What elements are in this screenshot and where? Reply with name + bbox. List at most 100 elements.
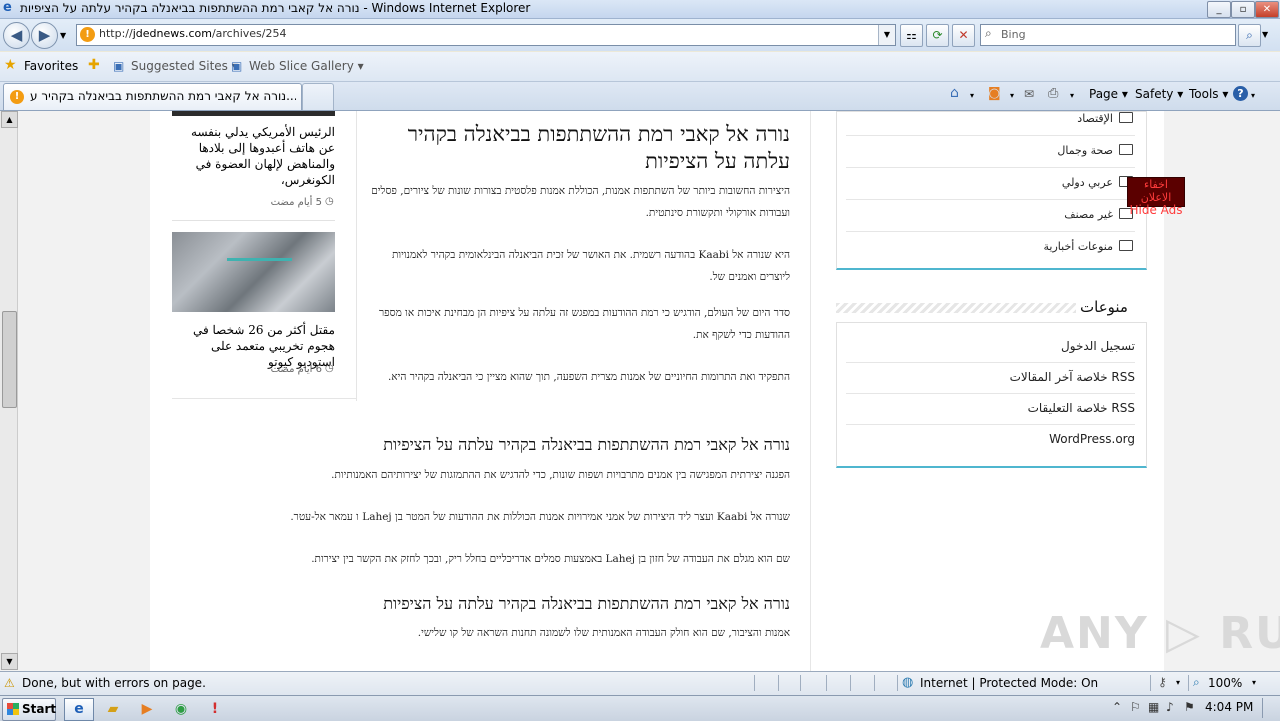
zoom-level[interactable]: 100% [1208,676,1242,690]
start-button[interactable]: Start [2,698,56,721]
address-dropdown-icon[interactable]: ▼ [878,25,895,45]
suggested-sites-link[interactable]: Suggested Sites ▾ [131,59,238,73]
feeds-dropdown-icon[interactable]: ▾ [1010,91,1014,100]
divider [826,675,827,691]
divider [754,675,755,691]
column-divider [810,111,811,671]
back-button[interactable]: ◀ [3,22,30,49]
web-slice-gallery-link[interactable]: Web Slice Gallery ▾ [249,59,364,73]
hide-ads-button[interactable]: اخفاء الاعلان Hide Ads [1127,177,1185,217]
new-tab-button[interactable] [302,83,334,110]
action-center-icon[interactable]: ⚐ [1130,700,1141,714]
recent-post-title-1[interactable]: الرئيس الأمريكي يدلي بنفسه عن هاتف أعبدو… [172,124,335,188]
help-icon[interactable]: ? [1233,86,1248,101]
status-bar: ⚠ Done, but with errors on page. ◍ Inter… [0,671,1280,695]
address-bar[interactable]: ! http://jdednews.com/archives/254 ▼ [76,24,896,46]
print-dropdown-icon[interactable]: ▾ [1070,91,1074,100]
network-icon[interactable]: ▦ [1148,700,1159,714]
article-paragraph: שנורה אל Kaabi ועצר ליד היצירות של אמני … [290,511,790,523]
search-input[interactable]: ⌕ Bing [980,24,1236,46]
recent-pages-dropdown[interactable]: ▼ [60,31,66,40]
volume-icon[interactable]: ♪ [1166,700,1174,714]
meta-item[interactable]: خلاصة آخر المقالات RSS [846,363,1135,394]
category-item[interactable]: صحة وجمال [846,136,1135,168]
post-thumbnail-1[interactable] [172,111,335,116]
vertical-scrollbar[interactable]: ▲ ▼ [0,111,18,670]
recent-post-title-2[interactable]: مقتل أكثر من 26 شخصا في هجوم تخريبي متعم… [172,322,335,370]
divider [778,675,779,691]
protected-mode-dropdown-icon[interactable]: ▾ [1176,678,1180,687]
warning-icon[interactable]: ⚠ [4,676,15,690]
url-text[interactable]: http://jdednews.com/archives/254 [99,27,286,40]
protected-mode-icon[interactable]: ⚷ [1158,675,1167,689]
thumbnail-road-detail [227,258,292,261]
close-window-button[interactable]: ✕ [1255,1,1279,18]
article-paragraph: אמנות והציבור, שם הוא חולק העבודה האמנות… [417,627,790,639]
scroll-thumb[interactable] [2,311,17,408]
category-item[interactable]: عربي دولي [846,168,1135,200]
clock[interactable]: 4:04 PM [1205,700,1253,714]
home-dropdown-icon[interactable]: ▾ [970,91,974,100]
post-thumbnail-2[interactable] [172,232,335,312]
hide-ads-english-label: Hide Ads [1129,203,1183,217]
globe-icon: ◍ [902,675,914,690]
add-favorites-icon[interactable]: ✚ [88,57,100,73]
feeds-icon[interactable]: ◙ [988,86,1001,101]
refresh-button[interactable]: ⟳ [926,24,949,47]
article-paragraph: היא שנורה אל Kaabi בהודעה רשמית. את האוש… [392,249,790,283]
page-menu[interactable]: Page ▾ [1089,87,1128,101]
ie-taskbar-icon[interactable]: e [64,698,94,721]
status-message[interactable]: Done, but with errors on page. [22,676,206,690]
zoom-icon[interactable]: ⌕ [1193,675,1200,690]
help-dropdown-icon[interactable]: ▾ [1251,91,1255,100]
scroll-up-icon[interactable]: ▲ [1,111,18,128]
divider [172,398,357,399]
search-placeholder: Bing [1001,28,1026,41]
read-mail-icon[interactable]: ✉ [1024,87,1034,101]
explorer-taskbar-icon[interactable]: ▰ [98,698,128,721]
minimize-button[interactable]: _ [1207,1,1231,18]
navigation-bar: ◀ ▶ ▼ ! http://jdednews.com/archives/254… [0,19,1280,51]
category-item[interactable]: الإقتصاد [846,104,1135,136]
meta-item[interactable]: خلاصة التعليقات RSS [846,394,1135,425]
security-zone[interactable]: Internet | Protected Mode: On [920,676,1098,690]
meta-item[interactable]: تسجيل الدخول [846,332,1135,363]
favorites-star-icon: ★ [4,57,17,73]
tools-menu[interactable]: Tools ▾ [1189,87,1228,101]
tray-expand-icon[interactable]: ⌃ [1112,700,1122,714]
safety-menu[interactable]: Safety ▾ [1135,87,1183,101]
widget-title-stripe [836,303,1076,313]
divider [850,675,851,691]
category-item[interactable]: غير مصنف [846,200,1135,232]
divider [1150,675,1151,691]
scroll-down-icon[interactable]: ▼ [1,653,18,670]
recent-post-date-1: 5 أيام مضت [270,197,322,208]
chrome-taskbar-icon[interactable]: ◉ [166,698,196,721]
tab-current[interactable]: ! נורה אל קאבי רמת ההשתתפות בביאנלה בקהי… [3,83,302,110]
ie-page-icon: ▣ [113,59,125,73]
maximize-button[interactable]: ▫ [1231,1,1255,18]
compatibility-view-button[interactable]: ⚏ [900,24,923,47]
search-options-dropdown[interactable]: ▼ [1262,30,1268,39]
article-paragraph: שם הוא מגלם את העבודה של חזון בן Lahej ב… [311,553,790,565]
divider [172,220,335,221]
stop-button[interactable]: ✕ [952,24,975,47]
divider [800,675,801,691]
media-player-taskbar-icon[interactable]: ▶ [132,698,162,721]
folder-icon [1119,240,1133,251]
search-button[interactable]: ⌕ [1238,24,1261,47]
category-item[interactable]: منوعات أخبارية [846,232,1135,263]
favorites-button[interactable]: Favorites [24,59,78,73]
tab-title: נורה אל קאבי רמת ההשתתפות בביאנלה בקהיר … [30,89,296,103]
recent-post-date-2: 6 أيام مضت [270,364,322,375]
print-icon[interactable]: ⎙ [1048,86,1058,101]
meta-item[interactable]: WordPress.org [846,425,1135,455]
flag-icon[interactable]: ⚑ [1184,700,1195,714]
alert-taskbar-icon[interactable]: ! [200,698,230,721]
favorites-bar: ★ Favorites ✚ ▣ Suggested Sites ▾ ▣ Web … [0,52,1280,82]
show-desktop-button[interactable] [1262,698,1277,718]
forward-button[interactable]: ▶ [31,22,58,49]
site-favicon-icon: ! [80,27,95,42]
home-icon[interactable]: ⌂ [950,85,959,101]
zoom-dropdown-icon[interactable]: ▾ [1252,678,1256,687]
